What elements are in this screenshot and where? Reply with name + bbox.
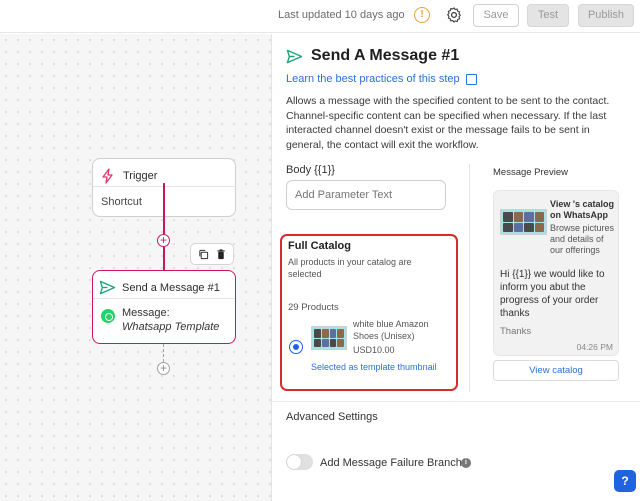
panel-header: Send A Message #1 (286, 47, 459, 65)
send-message-node-title: Send a Message #1 (122, 281, 220, 294)
publish-button[interactable]: Publish (578, 4, 634, 27)
body-label: Body {{1}} (286, 164, 335, 176)
workflow-canvas[interactable]: Trigger Shortcut + Send a Message #1 Mes… (0, 34, 272, 501)
catalog-product-count: 29 Products (288, 302, 339, 313)
view-catalog-button[interactable]: View catalog (493, 360, 619, 381)
thumbnail-radio[interactable] (289, 340, 303, 354)
copy-icon[interactable] (198, 249, 209, 260)
product-thumbnail (311, 326, 347, 350)
best-practices-link-text[interactable]: Learn the best practices of this step (286, 73, 460, 85)
preview-card-description: Browse pictures and details of our offer… (550, 223, 615, 255)
send-icon (286, 49, 303, 63)
product-price: USD10.00 (353, 345, 395, 355)
message-preview-label: Message Preview (493, 167, 568, 178)
message-label: Message: (122, 307, 170, 319)
help-icon[interactable]: ? (614, 470, 636, 492)
send-message-node-body: Message: Whatsapp Template (93, 299, 235, 341)
preview-message-text: Hi {{1}} we would like to inform you abu… (500, 269, 605, 319)
connector-line (163, 183, 165, 234)
send-icon (99, 280, 116, 295)
add-step-button[interactable]: + (157, 234, 170, 247)
whatsapp-icon (101, 309, 115, 323)
warning-icon[interactable]: ! (414, 7, 430, 23)
trash-icon[interactable] (216, 248, 226, 260)
last-updated-text: Last updated 10 days ago (278, 9, 405, 21)
external-link-icon[interactable] (465, 73, 477, 85)
send-message-node-header: Send a Message #1 (93, 271, 235, 299)
parameter-text-input[interactable] (286, 180, 446, 210)
preview-timestamp: 04:26 PM (576, 342, 613, 352)
save-button[interactable]: Save (473, 4, 519, 27)
product-name: white blue Amazon Shoes (Unisex) (353, 319, 429, 341)
column-divider (469, 164, 470, 392)
failure-branch-label: Add Message Failure Branch (320, 457, 462, 469)
lightning-icon (102, 167, 113, 184)
step-description: Allows a message with the specified cont… (286, 95, 610, 151)
panel-title: Send A Message #1 (311, 47, 460, 64)
test-button[interactable]: Test (527, 4, 569, 27)
preview-signoff: Thanks (500, 326, 532, 337)
message-template-name: Whatsapp Template (122, 321, 220, 333)
step-settings-panel: Send A Message #1 Learn the best practic… (272, 34, 640, 501)
section-divider (272, 401, 640, 402)
info-icon[interactable]: i (461, 458, 471, 468)
preview-card-title: View 's catalog on WhatsApp (550, 199, 615, 220)
connector-line (163, 247, 165, 270)
node-actions-toolbar (190, 243, 234, 265)
send-message-node[interactable]: Send a Message #1 Message: Whatsapp Temp… (92, 270, 236, 344)
catalog-subtitle: All products in your catalog are selecte… (288, 257, 412, 279)
trigger-node-title: Trigger (123, 169, 158, 182)
failure-branch-toggle[interactable] (286, 454, 313, 470)
advanced-settings-heading[interactable]: Advanced Settings (286, 411, 378, 423)
gear-icon[interactable] (445, 6, 463, 24)
top-bar: Last updated 10 days ago ! Save Test Pub… (0, 0, 640, 33)
preview-catalog-thumbnail (500, 209, 547, 235)
connector-line-dashed (163, 344, 164, 362)
selected-thumbnail-note: Selected as template thumbnail (311, 362, 437, 372)
message-preview-bubble: View 's catalog on WhatsApp Browse pictu… (493, 190, 619, 356)
add-step-button[interactable]: + (157, 362, 170, 375)
catalog-title: Full Catalog (288, 240, 351, 252)
full-catalog-card[interactable]: Full Catalog All products in your catalo… (280, 234, 458, 391)
best-practices-link[interactable]: Learn the best practices of this step (286, 73, 477, 85)
